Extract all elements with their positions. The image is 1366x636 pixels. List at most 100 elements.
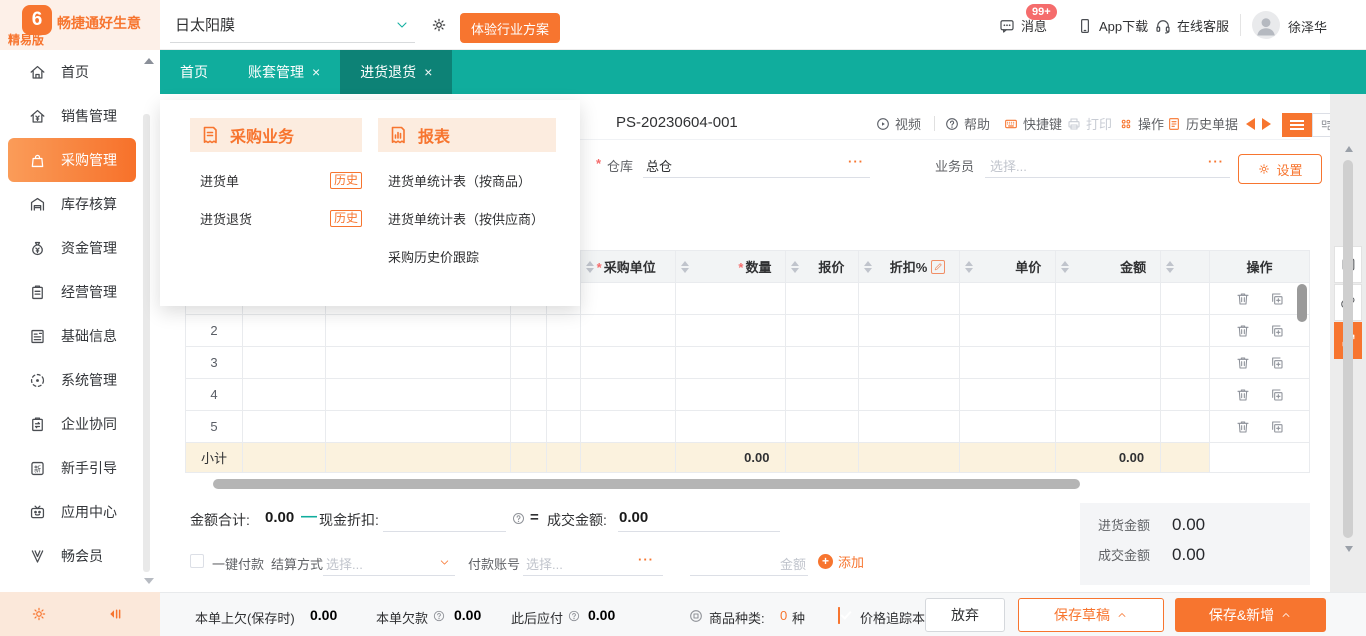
question-icon[interactable] — [432, 609, 446, 623]
pay-account-underline[interactable] — [523, 575, 663, 576]
close-tab-icon[interactable]: × — [312, 64, 320, 80]
pay-account-placeholder[interactable]: 选择... — [526, 554, 563, 573]
one-click-pay-checkbox[interactable] — [190, 554, 204, 568]
clerk-input-underline[interactable] — [985, 177, 1230, 178]
question-icon[interactable] — [567, 609, 581, 623]
prev-doc-icon[interactable] — [1246, 118, 1255, 130]
pay-amount-placeholder[interactable]: 金额 — [690, 554, 806, 573]
table-cell-col-d[interactable] — [547, 379, 581, 410]
table-cell-unit[interactable] — [581, 283, 676, 314]
table-cell-col-a[interactable] — [243, 411, 326, 442]
table-cell-col-d[interactable] — [547, 411, 581, 442]
tab-purchase-return[interactable]: 进货退货 × — [340, 50, 452, 94]
table-cell-discount[interactable] — [859, 283, 960, 314]
delete-row-icon[interactable] — [1235, 323, 1251, 339]
actions-button[interactable]: 操作 — [1118, 114, 1164, 133]
sidebar-scroll-down-icon[interactable] — [144, 578, 154, 584]
sidebar-item-system[interactable]: 系统管理 — [0, 358, 142, 402]
table-cell-qty[interactable] — [676, 411, 787, 442]
user-name[interactable]: 徐泽华 — [1288, 17, 1327, 36]
warehouse-more-dots[interactable]: ··· — [848, 154, 864, 169]
table-cell-price[interactable] — [960, 347, 1056, 378]
table-cell-discount[interactable] — [859, 315, 960, 346]
table-cell-price[interactable] — [960, 315, 1056, 346]
history-badge[interactable]: 历史 — [330, 210, 362, 227]
sidebar-item-baseinfo[interactable]: 基础信息 — [0, 314, 142, 358]
table-cell-amount[interactable] — [1056, 315, 1161, 346]
page-scrollbar-thumb[interactable] — [1343, 160, 1353, 538]
settings-gear-icon[interactable] — [30, 605, 48, 623]
close-tab-icon[interactable]: × — [424, 64, 432, 80]
copy-row-icon[interactable] — [1269, 291, 1285, 307]
table-cell-quote[interactable] — [786, 411, 859, 442]
settle-method-placeholder[interactable]: 选择... — [326, 554, 363, 573]
table-cell-col-e[interactable] — [1161, 411, 1210, 442]
table-cell-col-b[interactable] — [326, 315, 511, 346]
table-cell-quote[interactable] — [786, 379, 859, 410]
table-cell-rownum[interactable]: 5 — [186, 411, 243, 442]
tab-home[interactable]: 首页 — [160, 50, 228, 94]
sidebar-item-inventory[interactable]: 库存核算 — [0, 182, 142, 226]
price-track-checkbox[interactable] — [838, 607, 840, 624]
table-cell-col-b[interactable] — [326, 411, 511, 442]
table-cell-qty[interactable] — [676, 315, 787, 346]
table-cell-amount[interactable] — [1056, 283, 1161, 314]
gear-icon[interactable] — [430, 16, 448, 34]
table-cell-unit[interactable] — [581, 347, 676, 378]
help-button[interactable]: 帮助 — [944, 114, 990, 133]
sort-icon[interactable] — [791, 261, 799, 273]
delete-row-icon[interactable] — [1235, 387, 1251, 403]
table-cell-discount[interactable] — [859, 347, 960, 378]
pay-account-more-dots[interactable]: ··· — [638, 552, 654, 567]
page-scroll-down-icon[interactable] — [1345, 546, 1353, 552]
sidebar-item-home[interactable]: 首页 — [0, 50, 142, 94]
table-cell-col-e[interactable] — [1161, 347, 1210, 378]
list-view-button[interactable] — [1282, 113, 1312, 137]
table-cell-col-e[interactable] — [1161, 283, 1210, 314]
sidebar-item-appcenter[interactable]: 应用中心 — [0, 490, 142, 534]
table-cell-unit[interactable] — [581, 411, 676, 442]
clerk-more-dots[interactable]: ··· — [1208, 154, 1224, 169]
table-cell-rownum[interactable]: 2 — [186, 315, 243, 346]
table-cell-col-a[interactable] — [243, 379, 326, 410]
table-cell-col-c[interactable] — [511, 347, 547, 378]
settings-button[interactable]: 设置 — [1238, 154, 1322, 184]
table-cell-price[interactable] — [960, 379, 1056, 410]
copy-row-icon[interactable] — [1269, 419, 1285, 435]
sidebar-item-operations[interactable]: 经营管理 — [0, 270, 142, 314]
table-cell-rownum[interactable]: 3 — [186, 347, 243, 378]
avatar[interactable] — [1252, 11, 1280, 39]
table-cell-col-e[interactable] — [1161, 379, 1210, 410]
table-cell-col-d[interactable] — [547, 315, 581, 346]
menu-item[interactable]: 进货单统计表（按供应商） — [388, 208, 556, 228]
delete-row-icon[interactable] — [1235, 355, 1251, 371]
account-select-value[interactable]: 日太阳膜 — [175, 14, 235, 35]
save-and-new-button[interactable]: 保存&新增 — [1175, 598, 1326, 632]
sort-icon[interactable] — [965, 261, 973, 273]
sidebar-item-sales[interactable]: 销售管理 — [0, 94, 142, 138]
print-button[interactable]: 打印 — [1066, 114, 1112, 133]
table-cell-discount[interactable] — [859, 411, 960, 442]
table-cell-col-c[interactable] — [511, 379, 547, 410]
table-cell-col-d[interactable] — [547, 347, 581, 378]
sort-icon[interactable] — [1061, 261, 1069, 273]
history-badge[interactable]: 历史 — [330, 172, 362, 189]
tab-accounts[interactable]: 账套管理 × — [228, 50, 340, 94]
table-cell-discount[interactable] — [859, 379, 960, 410]
horizontal-scrollbar[interactable] — [185, 478, 1310, 490]
chevron-down-icon[interactable] — [394, 17, 410, 33]
table-cell-amount[interactable] — [1056, 411, 1161, 442]
sidebar-scrollbar[interactable] — [143, 114, 150, 572]
table-cell-col-b[interactable] — [326, 379, 511, 410]
table-cell-unit[interactable] — [581, 379, 676, 410]
table-vscroll-thumb[interactable] — [1297, 284, 1307, 322]
chevron-down-icon[interactable] — [438, 556, 451, 569]
warehouse-value[interactable]: 总仓 — [646, 156, 672, 175]
table-cell-amount[interactable] — [1056, 379, 1161, 410]
settle-method-underline[interactable] — [323, 575, 455, 576]
discard-button[interactable]: 放弃 — [925, 598, 1005, 632]
sidebar-item-funds[interactable]: 资金管理 — [0, 226, 142, 270]
next-doc-icon[interactable] — [1262, 118, 1271, 130]
sort-icon[interactable] — [681, 261, 689, 273]
sidebar-item-purchase[interactable]: 采购管理 — [8, 138, 136, 182]
